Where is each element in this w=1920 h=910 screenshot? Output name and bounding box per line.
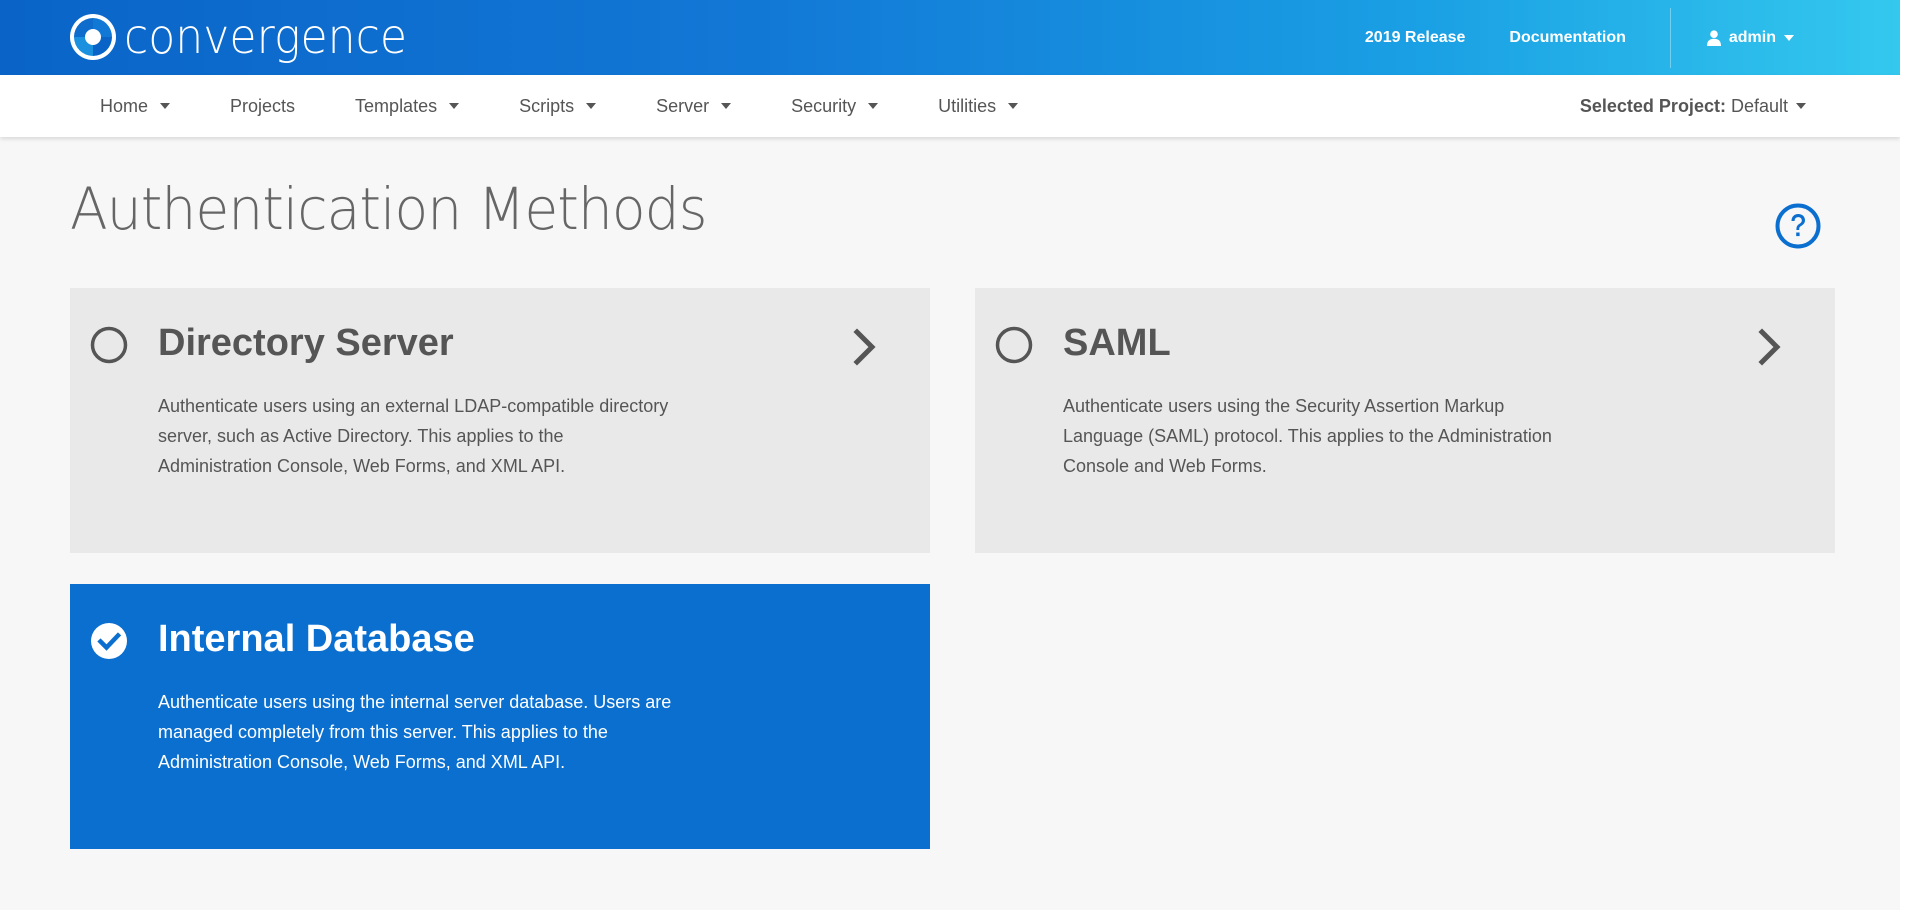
caret-down-icon — [721, 103, 732, 109]
nav-item-label: Security — [791, 95, 857, 116]
scrollbar-gutter — [1900, 0, 1920, 910]
card-description: Authenticate users using the internal se… — [158, 692, 672, 772]
caret-down-icon — [868, 103, 879, 109]
caret-down-icon — [1008, 103, 1019, 109]
nav-item-scripts[interactable]: Scripts — [519, 95, 597, 117]
top-header: convergence 2019 Release Documentation a… — [0, 0, 1900, 75]
caret-down-icon — [1796, 103, 1806, 109]
convergence-logo-icon — [70, 14, 116, 60]
nav-item-label: Scripts — [519, 95, 575, 116]
card-description: Authenticate users using an external LDA… — [158, 396, 669, 476]
release-link[interactable]: 2019 Release — [1365, 29, 1466, 47]
user-menu[interactable]: admin — [1706, 28, 1794, 47]
top-links: 2019 Release Documentation admin — [1365, 0, 1900, 75]
caret-down-icon — [1784, 34, 1794, 41]
nav-item-label: Server — [656, 95, 710, 116]
nav-item-server[interactable]: Server — [656, 95, 732, 117]
page-title: Authentication Methods — [70, 175, 707, 243]
chevron-right-icon[interactable] — [852, 328, 878, 366]
method-card-directory-server[interactable]: Directory Server Authenticate users usin… — [70, 288, 930, 553]
brand-name: convergence — [124, 9, 408, 65]
selected-project-label: Selected Project: — [1579, 95, 1726, 116]
documentation-link[interactable]: Documentation — [1509, 29, 1625, 47]
brand-logo[interactable]: convergence — [68, 10, 432, 64]
chevron-right-icon[interactable] — [1757, 328, 1783, 366]
page: convergence 2019 Release Documentation a… — [0, 0, 1900, 910]
card-title: Internal Database — [158, 618, 475, 660]
nav-item-security[interactable]: Security — [791, 95, 879, 117]
check-circle-icon[interactable] — [90, 622, 128, 660]
nav-item-templates[interactable]: Templates — [355, 95, 460, 117]
selected-project-dropdown[interactable]: Selected Project: Default — [1580, 75, 1806, 137]
selected-project-value: Default — [1730, 95, 1788, 116]
radio-empty-icon[interactable] — [90, 326, 128, 364]
question-circle-icon[interactable] — [1775, 203, 1821, 249]
nav-item-projects[interactable]: Projects — [230, 96, 295, 117]
method-card-internal-database[interactable]: Internal Database Authenticate users usi… — [70, 584, 930, 849]
nav-item-label: Templates — [355, 95, 438, 116]
nav-item-home[interactable]: Home — [100, 95, 171, 117]
top-divider — [1669, 7, 1671, 68]
user-name: admin — [1728, 28, 1776, 46]
nav-item-label: Home — [100, 95, 149, 116]
card-title: Directory Server — [158, 322, 454, 364]
nav-item-label: Utilities — [938, 95, 997, 116]
radio-empty-icon[interactable] — [995, 326, 1033, 364]
user-icon — [1706, 29, 1721, 46]
nav-item-label: Projects — [230, 95, 296, 116]
card-title: SAML — [1063, 322, 1171, 364]
card-description: Authenticate users using the Security As… — [1063, 396, 1552, 476]
caret-down-icon — [586, 103, 597, 109]
method-card-saml[interactable]: SAML Authenticate users using the Securi… — [975, 288, 1835, 553]
caret-down-icon — [160, 103, 171, 109]
nav-item-utilities[interactable]: Utilities — [938, 95, 1019, 117]
caret-down-icon — [449, 103, 460, 109]
nav-items: Home Projects Templates Scripts Server S… — [100, 75, 1019, 137]
main-nav: Home Projects Templates Scripts Server S… — [0, 75, 1900, 137]
